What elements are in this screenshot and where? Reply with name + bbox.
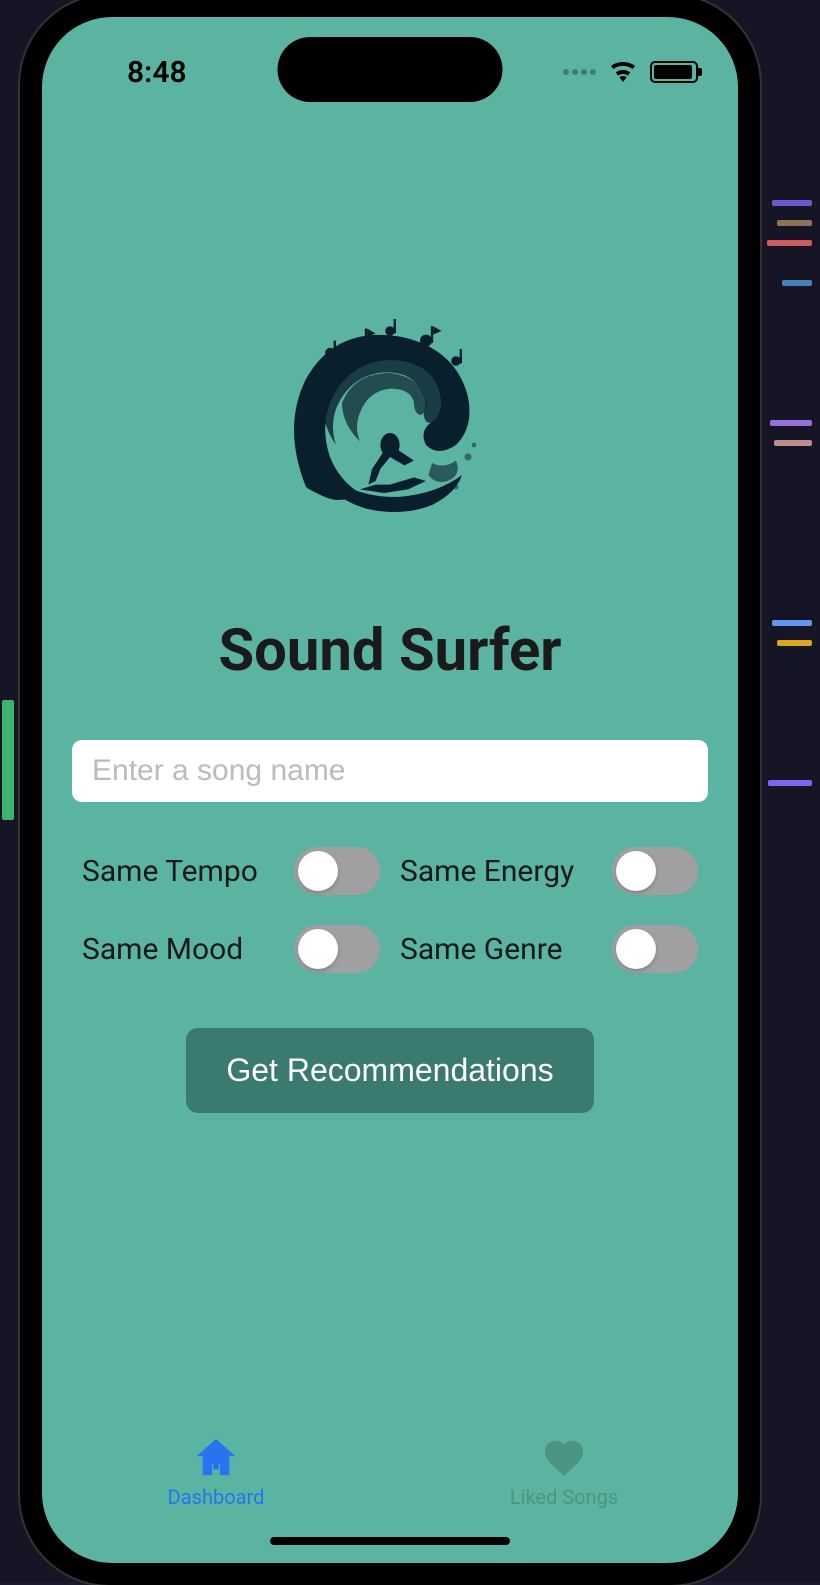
toggle-switch-energy[interactable] bbox=[612, 847, 698, 895]
phone-screen: 8:48 bbox=[42, 17, 738, 1563]
app-logo-icon bbox=[260, 297, 520, 557]
toggle-switch-tempo[interactable] bbox=[294, 847, 380, 895]
toggle-row-tempo: Same Tempo bbox=[82, 847, 380, 895]
get-recommendations-button[interactable]: Get Recommendations bbox=[186, 1028, 593, 1113]
phone-frame: 8:48 bbox=[20, 0, 760, 1585]
toggle-label-tempo: Same Tempo bbox=[82, 855, 258, 888]
dynamic-island bbox=[278, 37, 503, 102]
app-content: Sound Surfer Same Tempo Same Energy Same… bbox=[42, 117, 738, 1423]
tab-dashboard[interactable]: Dashboard bbox=[42, 1435, 390, 1509]
tab-label-dashboard: Dashboard bbox=[168, 1485, 265, 1509]
toggle-label-mood: Same Mood bbox=[82, 933, 243, 966]
battery-icon bbox=[650, 61, 698, 83]
home-icon bbox=[193, 1435, 239, 1481]
tab-liked-songs[interactable]: Liked Songs bbox=[390, 1435, 738, 1509]
status-dots-icon bbox=[563, 69, 596, 75]
toggle-switch-genre[interactable] bbox=[612, 925, 698, 973]
song-search-input[interactable] bbox=[72, 740, 708, 802]
status-time: 8:48 bbox=[127, 55, 187, 90]
toggle-switch-mood[interactable] bbox=[294, 925, 380, 973]
app-title: Sound Surfer bbox=[218, 617, 561, 685]
toggles-grid: Same Tempo Same Energy Same Mood Same Ge… bbox=[72, 847, 708, 973]
toggle-label-energy: Same Energy bbox=[400, 855, 574, 888]
toggle-row-energy: Same Energy bbox=[400, 847, 698, 895]
toggle-row-mood: Same Mood bbox=[82, 925, 380, 973]
toggle-label-genre: Same Genre bbox=[400, 933, 563, 966]
toggle-row-genre: Same Genre bbox=[400, 925, 698, 973]
tab-label-liked: Liked Songs bbox=[510, 1485, 618, 1509]
wifi-icon bbox=[608, 58, 638, 86]
heart-icon bbox=[541, 1435, 587, 1481]
home-indicator[interactable] bbox=[270, 1537, 510, 1545]
